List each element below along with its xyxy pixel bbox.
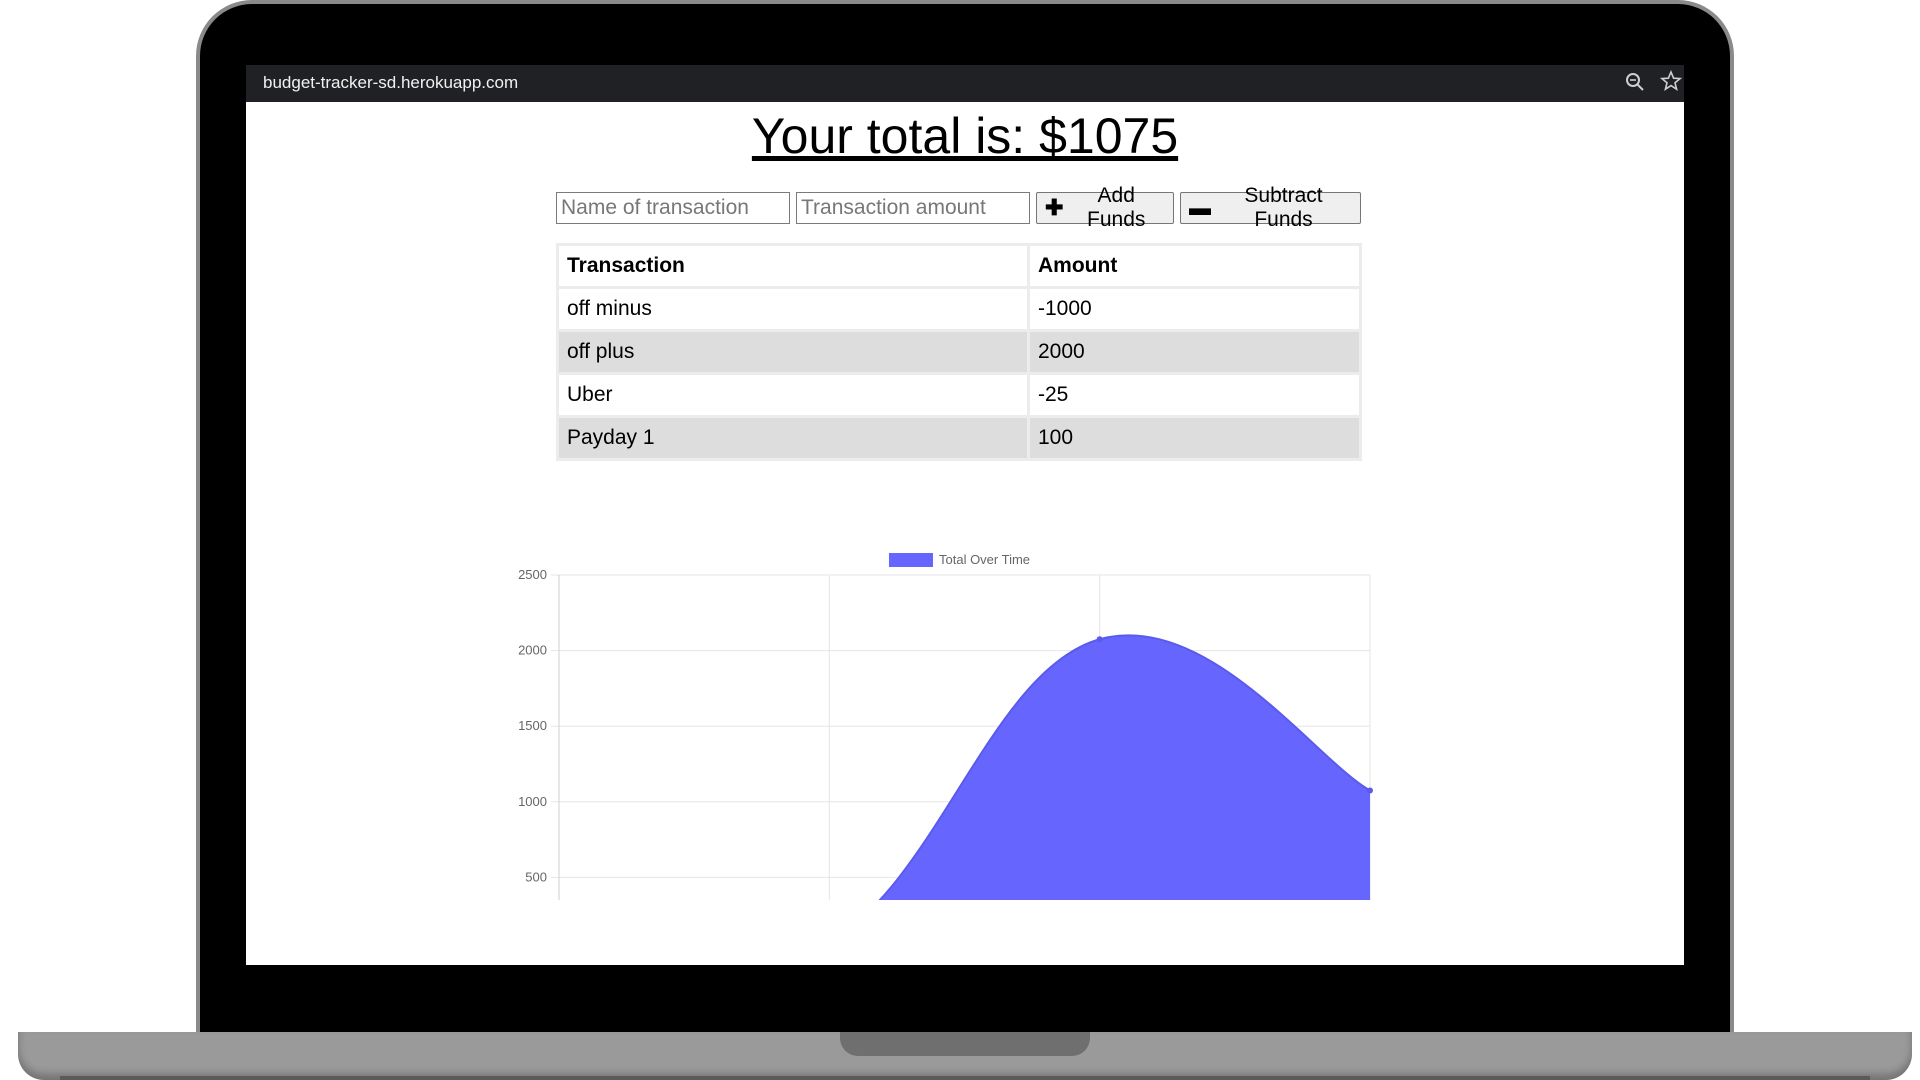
legend-label: Total Over Time xyxy=(939,552,1030,567)
browser-address-bar[interactable]: budget-tracker-sd.herokuapp.com xyxy=(246,65,1684,102)
column-header-amount: Amount xyxy=(1027,243,1362,289)
zoom-icon[interactable] xyxy=(1624,71,1646,93)
add-funds-button[interactable]: ✚ Add Funds xyxy=(1036,184,1174,231)
transaction-name-cell: Uber xyxy=(556,372,1030,418)
total-over-time-chart: 0500100015002000250010/6/202110/6/202110… xyxy=(246,460,1684,965)
url-text[interactable]: budget-tracker-sd.herokuapp.com xyxy=(263,73,518,93)
browser-screen: budget-tracker-sd.herokuapp.com Your tot… xyxy=(246,65,1684,965)
transaction-name-cell: off plus xyxy=(556,329,1030,375)
transaction-amount-cell: 2000 xyxy=(1027,329,1362,375)
y-tick-label: 1500 xyxy=(518,718,547,733)
chart-canvas: 0500100015002000250010/6/202110/6/202110… xyxy=(518,552,1373,965)
transaction-amount-cell: 100 xyxy=(1027,415,1362,461)
transaction-name-input[interactable] xyxy=(556,192,790,224)
bookmark-star-icon[interactable] xyxy=(1660,70,1682,92)
transaction-amount-cell: -25 xyxy=(1027,372,1362,418)
data-point xyxy=(1367,787,1373,794)
y-tick-label: 1000 xyxy=(518,794,547,809)
transaction-form: ✚ Add Funds ▬ Subtract Funds xyxy=(556,184,1361,231)
add-funds-label: Add Funds xyxy=(1087,184,1146,231)
y-tick-label: 2000 xyxy=(518,643,547,658)
subtract-funds-button[interactable]: ▬ Subtract Funds xyxy=(1180,184,1361,231)
transaction-amount-cell: -1000 xyxy=(1027,286,1362,332)
legend-swatch xyxy=(889,553,933,567)
y-tick-label: 2500 xyxy=(518,567,547,582)
page-title: Your total is: $1075 xyxy=(751,108,1179,164)
table-row: Uber -25 xyxy=(556,372,1362,418)
column-header-transaction: Transaction xyxy=(556,243,1030,289)
subtract-funds-label: Subtract Funds xyxy=(1244,184,1323,231)
transactions-table: Transaction Amount off minus -1000 off p… xyxy=(556,243,1362,461)
laptop-notch xyxy=(840,1032,1090,1056)
transaction-name-cell: Payday 1 xyxy=(556,415,1030,461)
table-row: Payday 1 100 xyxy=(556,415,1362,461)
transaction-name-cell: off minus xyxy=(556,286,1030,332)
table-header-row: Transaction Amount xyxy=(556,243,1362,289)
y-tick-label: 500 xyxy=(525,869,547,884)
table-row: off plus 2000 xyxy=(556,329,1362,375)
plus-icon: ✚ xyxy=(1045,195,1064,220)
transaction-amount-input[interactable] xyxy=(796,192,1030,224)
data-point xyxy=(1096,636,1103,643)
laptop-foot xyxy=(60,1076,1870,1080)
series-area xyxy=(559,635,1370,965)
table-row: off minus -1000 xyxy=(556,286,1362,332)
minus-icon: ▬ xyxy=(1189,195,1211,220)
